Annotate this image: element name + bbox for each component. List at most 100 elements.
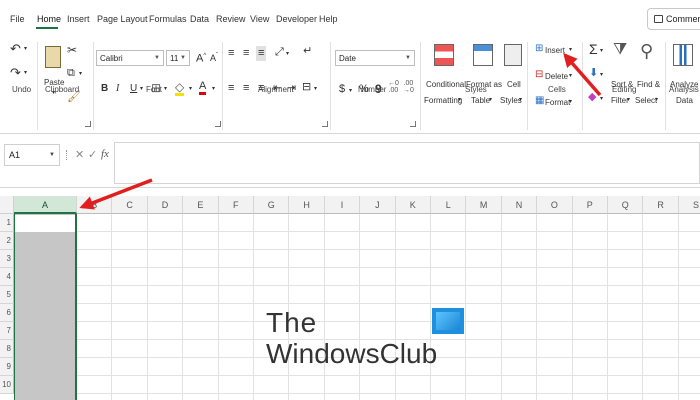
column-header-j[interactable]: J xyxy=(360,196,396,214)
clear-icon[interactable]: ◆ xyxy=(588,92,596,103)
delete-cells-icon[interactable]: ⊟ xyxy=(535,70,543,80)
menu-page-layout[interactable]: Page Layout xyxy=(97,14,148,24)
paste-icon[interactable] xyxy=(45,46,61,68)
merge-center-icon[interactable]: ⊟ xyxy=(302,82,311,93)
conditional-formatting-label-1[interactable]: Conditional xyxy=(426,80,466,89)
fill-icon[interactable]: ⬇ xyxy=(589,68,598,79)
copy-icon[interactable]: ⧉ xyxy=(67,68,75,79)
enter-icon[interactable]: ✓ xyxy=(88,148,97,161)
insert-function-icon[interactable]: fx xyxy=(101,148,109,160)
format-as-table-label-2[interactable]: Table xyxy=(471,96,490,105)
row-header-2[interactable]: 2 xyxy=(0,232,14,250)
middle-align-icon[interactable]: ≡ xyxy=(243,48,249,59)
insert-cells-icon[interactable]: ⊞ xyxy=(535,44,543,54)
insert-cells-button[interactable]: Insert xyxy=(545,46,565,55)
column-header-a[interactable]: A xyxy=(14,196,77,214)
underline-dropdown-icon[interactable]: ▾ xyxy=(140,86,143,92)
menu-view[interactable]: View xyxy=(250,14,269,24)
number-launcher-icon[interactable] xyxy=(410,121,416,127)
cell-styles-label-1[interactable]: Cell xyxy=(507,80,521,89)
name-box[interactable]: A1 ▼ xyxy=(4,144,60,166)
delete-dropdown-icon[interactable]: ▾ xyxy=(569,73,572,79)
column-header-h[interactable]: H xyxy=(289,196,325,214)
font-launcher-icon[interactable] xyxy=(215,121,221,127)
analyze-data-label-2[interactable]: Data xyxy=(676,96,693,105)
format-cells-button[interactable]: Format xyxy=(545,98,570,107)
comments-button[interactable]: Comments xyxy=(647,8,700,30)
clipboard-launcher-icon[interactable] xyxy=(85,121,91,127)
align-center-icon[interactable]: ≡ xyxy=(243,83,249,94)
orientation-dropdown-icon[interactable]: ▾ xyxy=(286,51,289,57)
row-header-6[interactable]: 6 xyxy=(0,304,14,322)
sort-filter-icon[interactable]: ⧩ xyxy=(613,42,627,58)
column-header-p[interactable]: P xyxy=(572,196,608,214)
column-header-o[interactable]: O xyxy=(537,196,573,214)
clear-dropdown-icon[interactable]: ▾ xyxy=(600,96,603,102)
wrap-text-icon[interactable]: ↵ xyxy=(303,46,312,57)
underline-button[interactable]: U xyxy=(130,84,137,94)
cancel-icon[interactable]: ✕ xyxy=(75,148,84,161)
font-name-combo[interactable]: Calibri ▼ xyxy=(96,50,164,66)
column-header-d[interactable]: D xyxy=(147,196,184,214)
column-header-f[interactable]: F xyxy=(218,196,254,214)
conditional-formatting-icon[interactable] xyxy=(434,44,454,66)
analyze-data-icon[interactable] xyxy=(673,44,693,66)
formula-input[interactable] xyxy=(114,142,700,184)
autosum-dropdown-icon[interactable]: ▾ xyxy=(600,48,603,54)
conditional-formatting-dropdown-icon[interactable]: ▾ xyxy=(458,97,461,103)
column-header-s[interactable]: S xyxy=(678,196,700,214)
active-cell-a1[interactable] xyxy=(15,215,75,232)
column-header-k[interactable]: K xyxy=(395,196,431,214)
undo-icon[interactable]: ↶ xyxy=(10,42,21,55)
fill-dropdown-icon[interactable]: ▾ xyxy=(600,72,603,78)
column-header-m[interactable]: M xyxy=(466,196,502,214)
find-select-dropdown-icon[interactable]: ▾ xyxy=(655,97,658,103)
column-header-i[interactable]: I xyxy=(324,196,361,214)
font-color-icon[interactable]: A xyxy=(199,81,207,95)
copy-dropdown-icon[interactable]: ▾ xyxy=(79,71,82,77)
increase-decimal-icon[interactable]: ←0.00 xyxy=(388,80,399,94)
column-header-n[interactable]: N xyxy=(501,196,538,214)
row-header-7[interactable]: 7 xyxy=(0,322,14,340)
bold-button[interactable]: B xyxy=(101,84,108,94)
menu-file[interactable]: File xyxy=(10,14,25,24)
insert-dropdown-icon[interactable]: ▾ xyxy=(569,47,572,53)
borders-dropdown-icon[interactable]: ▾ xyxy=(164,86,167,92)
grow-font-icon[interactable]: A^ xyxy=(196,53,206,65)
cell-styles-icon[interactable] xyxy=(504,44,522,66)
format-cells-icon[interactable]: ▦ xyxy=(535,96,544,106)
select-all-corner[interactable] xyxy=(0,196,14,214)
align-left-icon[interactable]: ≡ xyxy=(228,83,234,94)
row-header-8[interactable]: 8 xyxy=(0,340,14,358)
decrease-decimal-icon[interactable]: .00 →0 xyxy=(403,80,414,94)
font-color-dropdown-icon[interactable]: ▾ xyxy=(212,86,215,92)
row-header-5[interactable]: 5 xyxy=(0,286,14,304)
menu-developer[interactable]: Developer xyxy=(276,14,317,24)
currency-button[interactable]: $ xyxy=(339,84,345,95)
row-header-9[interactable]: 9 xyxy=(0,358,14,376)
find-select-label-1[interactable]: Find & xyxy=(637,80,660,89)
sort-filter-dropdown-icon[interactable]: ▾ xyxy=(627,97,630,103)
shrink-font-icon[interactable]: Aˇ xyxy=(210,53,218,63)
cell-styles-dropdown-icon[interactable]: ▾ xyxy=(519,97,522,103)
alignment-launcher-icon[interactable] xyxy=(322,121,328,127)
menu-help[interactable]: Help xyxy=(319,14,338,24)
cut-icon[interactable]: ✂ xyxy=(67,44,77,56)
orientation-icon[interactable]: ⤢ xyxy=(275,47,284,58)
menu-formulas[interactable]: Formulas xyxy=(149,14,187,24)
column-header-b[interactable]: B xyxy=(77,196,113,214)
delete-cells-button[interactable]: Delete xyxy=(545,72,568,81)
italic-button[interactable]: I xyxy=(116,84,119,94)
fill-color-dropdown-icon[interactable]: ▾ xyxy=(189,86,192,92)
currency-dropdown-icon[interactable]: ▾ xyxy=(349,88,352,94)
redo-dropdown-icon[interactable]: ▾ xyxy=(24,70,27,76)
row-header-10[interactable]: 10 xyxy=(0,376,14,394)
autosum-button[interactable]: Σ xyxy=(589,42,598,56)
format-as-table-dropdown-icon[interactable]: ▾ xyxy=(489,97,492,103)
column-header-q[interactable]: Q xyxy=(608,196,644,214)
undo-dropdown-icon[interactable]: ▾ xyxy=(24,46,27,52)
column-header-g[interactable]: G xyxy=(254,196,290,214)
row-header-3[interactable]: 3 xyxy=(0,250,14,268)
top-align-icon[interactable]: ≡ xyxy=(228,48,234,59)
column-header-r[interactable]: R xyxy=(643,196,679,214)
